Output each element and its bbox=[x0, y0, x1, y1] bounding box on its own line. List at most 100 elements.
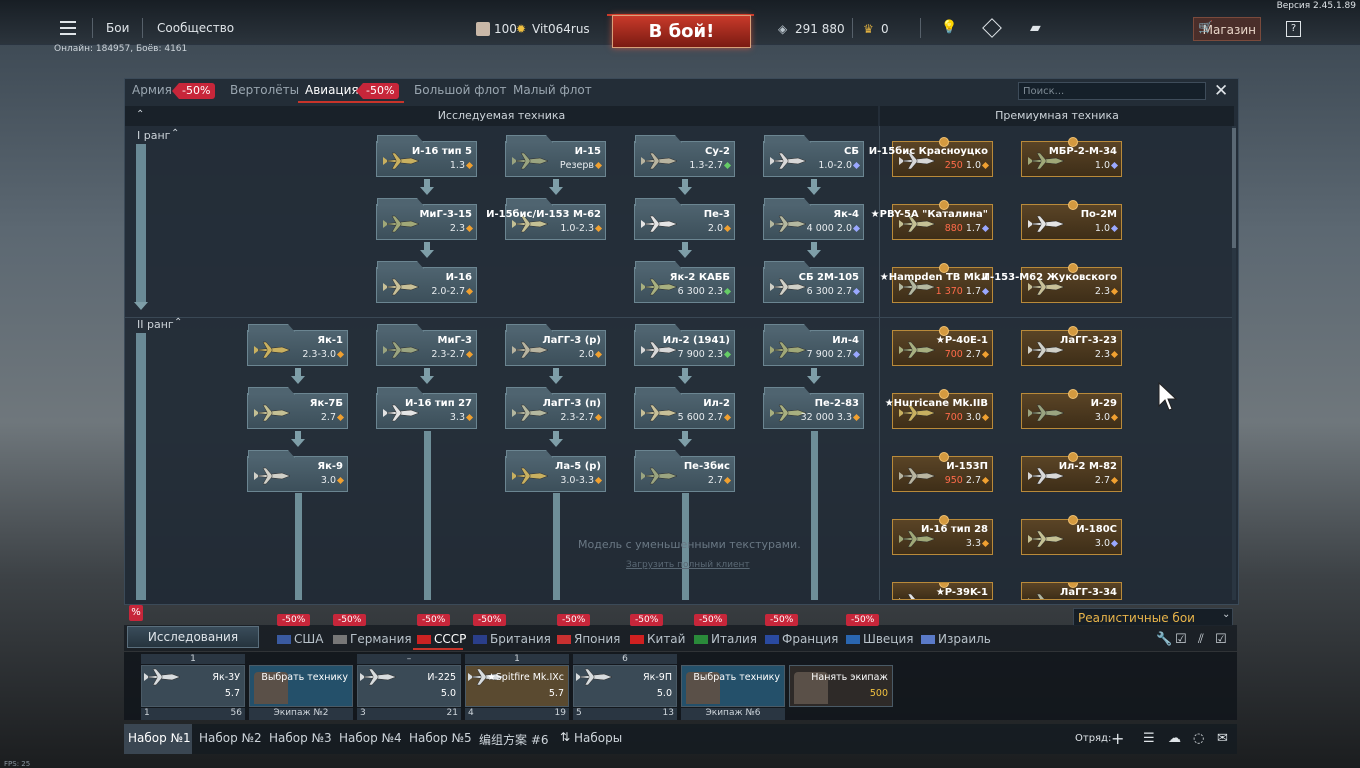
preset-tab[interactable]: Набор №4 bbox=[339, 731, 402, 745]
premium-vehicle-card[interactable]: И-180С 3.0 bbox=[1021, 515, 1122, 555]
vehicle-card[interactable]: Як-7Б 2.7 bbox=[247, 387, 348, 429]
nation-tab[interactable]: СССР bbox=[417, 632, 466, 646]
nation-tab[interactable]: Германия bbox=[333, 632, 412, 646]
vehicle-card[interactable]: СБ 1.0-2.0 bbox=[763, 135, 864, 177]
chat-icon[interactable]: ◌ bbox=[1193, 731, 1204, 746]
rank-2-label[interactable]: II ранг bbox=[137, 318, 174, 331]
tab-aviation[interactable]: Авиация bbox=[305, 83, 359, 97]
premium-vehicle-card[interactable]: И-15бис Красноуцко 250 1.0 bbox=[869, 137, 993, 177]
premium-vehicle-card[interactable]: ★PBY-5A "Каталина" 880 1.7 bbox=[871, 200, 993, 240]
battles-menu[interactable]: Бои bbox=[106, 21, 129, 35]
vehicle-card[interactable]: МиГ-3 2.3-2.7 bbox=[376, 324, 477, 366]
mail-icon[interactable]: ✉ bbox=[1217, 731, 1228, 746]
premium-vehicle-card[interactable]: По-2М 1.0 bbox=[1021, 200, 1122, 240]
vehicle-card[interactable]: СБ 2М-105 6 300 2.7 bbox=[763, 261, 864, 303]
nation-tab[interactable]: Италия bbox=[694, 632, 757, 646]
crew-slot[interactable]: Выбрать технику bbox=[681, 665, 785, 707]
collapse-all-icon[interactable]: ⌃ bbox=[136, 109, 144, 120]
chevron-up-icon[interactable]: ⌃ bbox=[174, 317, 182, 328]
tab-big-fleet[interactable]: Большой флот bbox=[414, 83, 507, 97]
chevron-up-icon[interactable]: ⌃ bbox=[171, 128, 179, 139]
tracers-icon[interactable]: ⫽ bbox=[1198, 632, 1204, 647]
premium-vehicle-card[interactable]: ★Hurricane Mk.IIB 700 3.0 bbox=[885, 389, 993, 429]
vehicle-card[interactable]: Як-1 2.3-3.0 bbox=[247, 324, 348, 366]
vehicle-card[interactable]: МиГ-3-15 2.3 bbox=[376, 198, 477, 240]
vehicle-card[interactable]: Ил-4 7 900 2.7 bbox=[763, 324, 864, 366]
list-icon[interactable]: ☰ bbox=[1143, 731, 1155, 746]
coupon-icon[interactable]: ▰ bbox=[1030, 20, 1041, 36]
close-icon[interactable]: ✕ bbox=[1214, 81, 1228, 101]
crew-slot[interactable]: Нанять экипаж 500 bbox=[789, 665, 893, 707]
nation-tab[interactable]: Британия bbox=[473, 632, 551, 646]
nation-tab[interactable]: Швеция bbox=[846, 632, 913, 646]
contacts-icon[interactable]: ☁ bbox=[1168, 731, 1181, 746]
checkbox-icon[interactable]: ☑ bbox=[1215, 632, 1227, 647]
vehicle-card[interactable]: Пе-3 2.0 bbox=[634, 198, 735, 240]
preset-tab[interactable]: Наборы bbox=[574, 731, 622, 745]
vehicle-card[interactable]: ЛаГГ-3 (п) 2.3-2.7 bbox=[505, 387, 606, 429]
premium-vehicle-card[interactable]: И-153П 950 2.7 bbox=[892, 452, 993, 492]
premium-vehicle-card[interactable]: И-16 тип 28 3.3 bbox=[892, 515, 993, 555]
checkbox-icon[interactable]: ☑ bbox=[1175, 632, 1187, 647]
vehicle-card[interactable]: Су-2 1.3-2.7 bbox=[634, 135, 735, 177]
research-button[interactable]: Исследования bbox=[127, 626, 259, 648]
vehicle-card[interactable]: И-15 Резерв bbox=[505, 135, 606, 177]
preset-tab[interactable]: Набор №3 bbox=[269, 731, 332, 745]
vehicle-card[interactable]: Ил-2 5 600 2.7 bbox=[634, 387, 735, 429]
vehicle-card[interactable]: Пе-3бис 2.7 bbox=[634, 450, 735, 492]
chevron-down-icon[interactable]: ⌄ bbox=[1222, 609, 1230, 620]
search-input[interactable]: Поиск... bbox=[1018, 82, 1206, 100]
premium-vehicle-card[interactable]: ★P-39K-1 bbox=[892, 582, 993, 600]
vehicle-card[interactable]: И-16 тип 27 3.3 bbox=[376, 387, 477, 429]
nation-tab[interactable]: Франция bbox=[765, 632, 838, 646]
tab-helicopters[interactable]: Вертолёты bbox=[230, 83, 299, 97]
premium-vehicle-card[interactable]: ★Hampden TB Mk.I 1 370 1.7 bbox=[880, 263, 993, 303]
sort-icon[interactable]: ⇅ bbox=[560, 730, 570, 744]
add-squad-member-icon[interactable]: + bbox=[1111, 729, 1124, 748]
preset-tab[interactable]: 编组方案 #6 bbox=[479, 731, 549, 748]
vehicle-card[interactable]: Ил-2 (1941) 7 900 2.3 bbox=[634, 324, 735, 366]
crew-slot[interactable]: И-225 5.0 bbox=[357, 665, 461, 707]
help-icon[interactable]: ? bbox=[1286, 21, 1301, 37]
menu-icon[interactable] bbox=[60, 21, 76, 35]
rank-1-label[interactable]: I ранг bbox=[137, 129, 170, 142]
vehicle-card[interactable]: Пе-2-83 32 000 3.3 bbox=[763, 387, 864, 429]
crew-slot[interactable]: Як-9П 5.0 bbox=[573, 665, 677, 707]
username[interactable]: Vit064rus bbox=[532, 22, 590, 36]
vehicle-card[interactable]: Ла-5 (р) 3.0-3.3 bbox=[505, 450, 606, 492]
nation-tab[interactable]: США bbox=[277, 632, 323, 646]
lightbulb-icon[interactable]: 💡 bbox=[941, 20, 957, 35]
premium-vehicle-card[interactable]: ★P-40E-1 700 2.7 bbox=[892, 326, 993, 366]
community-menu[interactable]: Сообщество bbox=[157, 21, 234, 35]
crew-slot[interactable]: Як-3У 5.7 bbox=[141, 665, 245, 707]
preset-tab[interactable]: Набор №5 bbox=[409, 731, 472, 745]
vehicle-card[interactable]: ЛаГГ-3 (р) 2.0 bbox=[505, 324, 606, 366]
vehicle-card[interactable]: И-16 тип 5 1.3 bbox=[376, 135, 477, 177]
nation-tab[interactable]: Китай bbox=[630, 632, 685, 646]
tab-army[interactable]: Армия bbox=[132, 83, 172, 97]
game-mode-select[interactable]: Реалистичные бои bbox=[1073, 608, 1233, 626]
nation-tab[interactable]: Япония bbox=[557, 632, 620, 646]
vehicle-card[interactable]: И-16 2.0-2.7 bbox=[376, 261, 477, 303]
nation-tab[interactable]: Израиль bbox=[921, 632, 991, 646]
vehicle-card[interactable]: Як-2 КАББ 6 300 2.3 bbox=[634, 261, 735, 303]
preset-tab[interactable]: Набор №2 bbox=[199, 731, 262, 745]
premium-vehicle-card[interactable]: И-153-М62 Жуковского 2.3 bbox=[982, 263, 1122, 303]
premium-vehicle-card[interactable]: МБР-2-М-34 1.0 bbox=[1021, 137, 1122, 177]
wrench-icon[interactable]: 🔧 bbox=[1156, 632, 1172, 647]
vehicle-card[interactable]: Як-4 4 000 2.0 bbox=[763, 198, 864, 240]
premium-vehicle-card[interactable]: ЛаГГ-3-34 bbox=[1021, 582, 1122, 600]
premium-vehicle-card[interactable]: ЛаГГ-3-23 2.3 bbox=[1021, 326, 1122, 366]
premium-vehicle-card[interactable]: И-29 3.0 bbox=[1021, 389, 1122, 429]
download-full-client-link[interactable]: Загрузить полный клиент bbox=[626, 560, 750, 570]
avatar[interactable] bbox=[476, 22, 490, 36]
vehicle-card[interactable]: И-15бис/И-153 М-62 1.0-2.3 bbox=[486, 198, 606, 240]
vehicle-card[interactable]: Як-9 3.0 bbox=[247, 450, 348, 492]
crew-slot[interactable]: ★Spitfire Mk.IXc 5.7 bbox=[465, 665, 569, 707]
crew-slot[interactable]: Выбрать технику bbox=[249, 665, 353, 707]
scrollbar-thumb[interactable] bbox=[1232, 128, 1236, 248]
preset-tab[interactable]: Набор №1 bbox=[128, 731, 191, 745]
premium-vehicle-card[interactable]: Ил-2 М-82 2.7 bbox=[1021, 452, 1122, 492]
to-battle-button[interactable]: В бой! bbox=[612, 15, 751, 48]
tab-small-fleet[interactable]: Малый флот bbox=[513, 83, 592, 97]
